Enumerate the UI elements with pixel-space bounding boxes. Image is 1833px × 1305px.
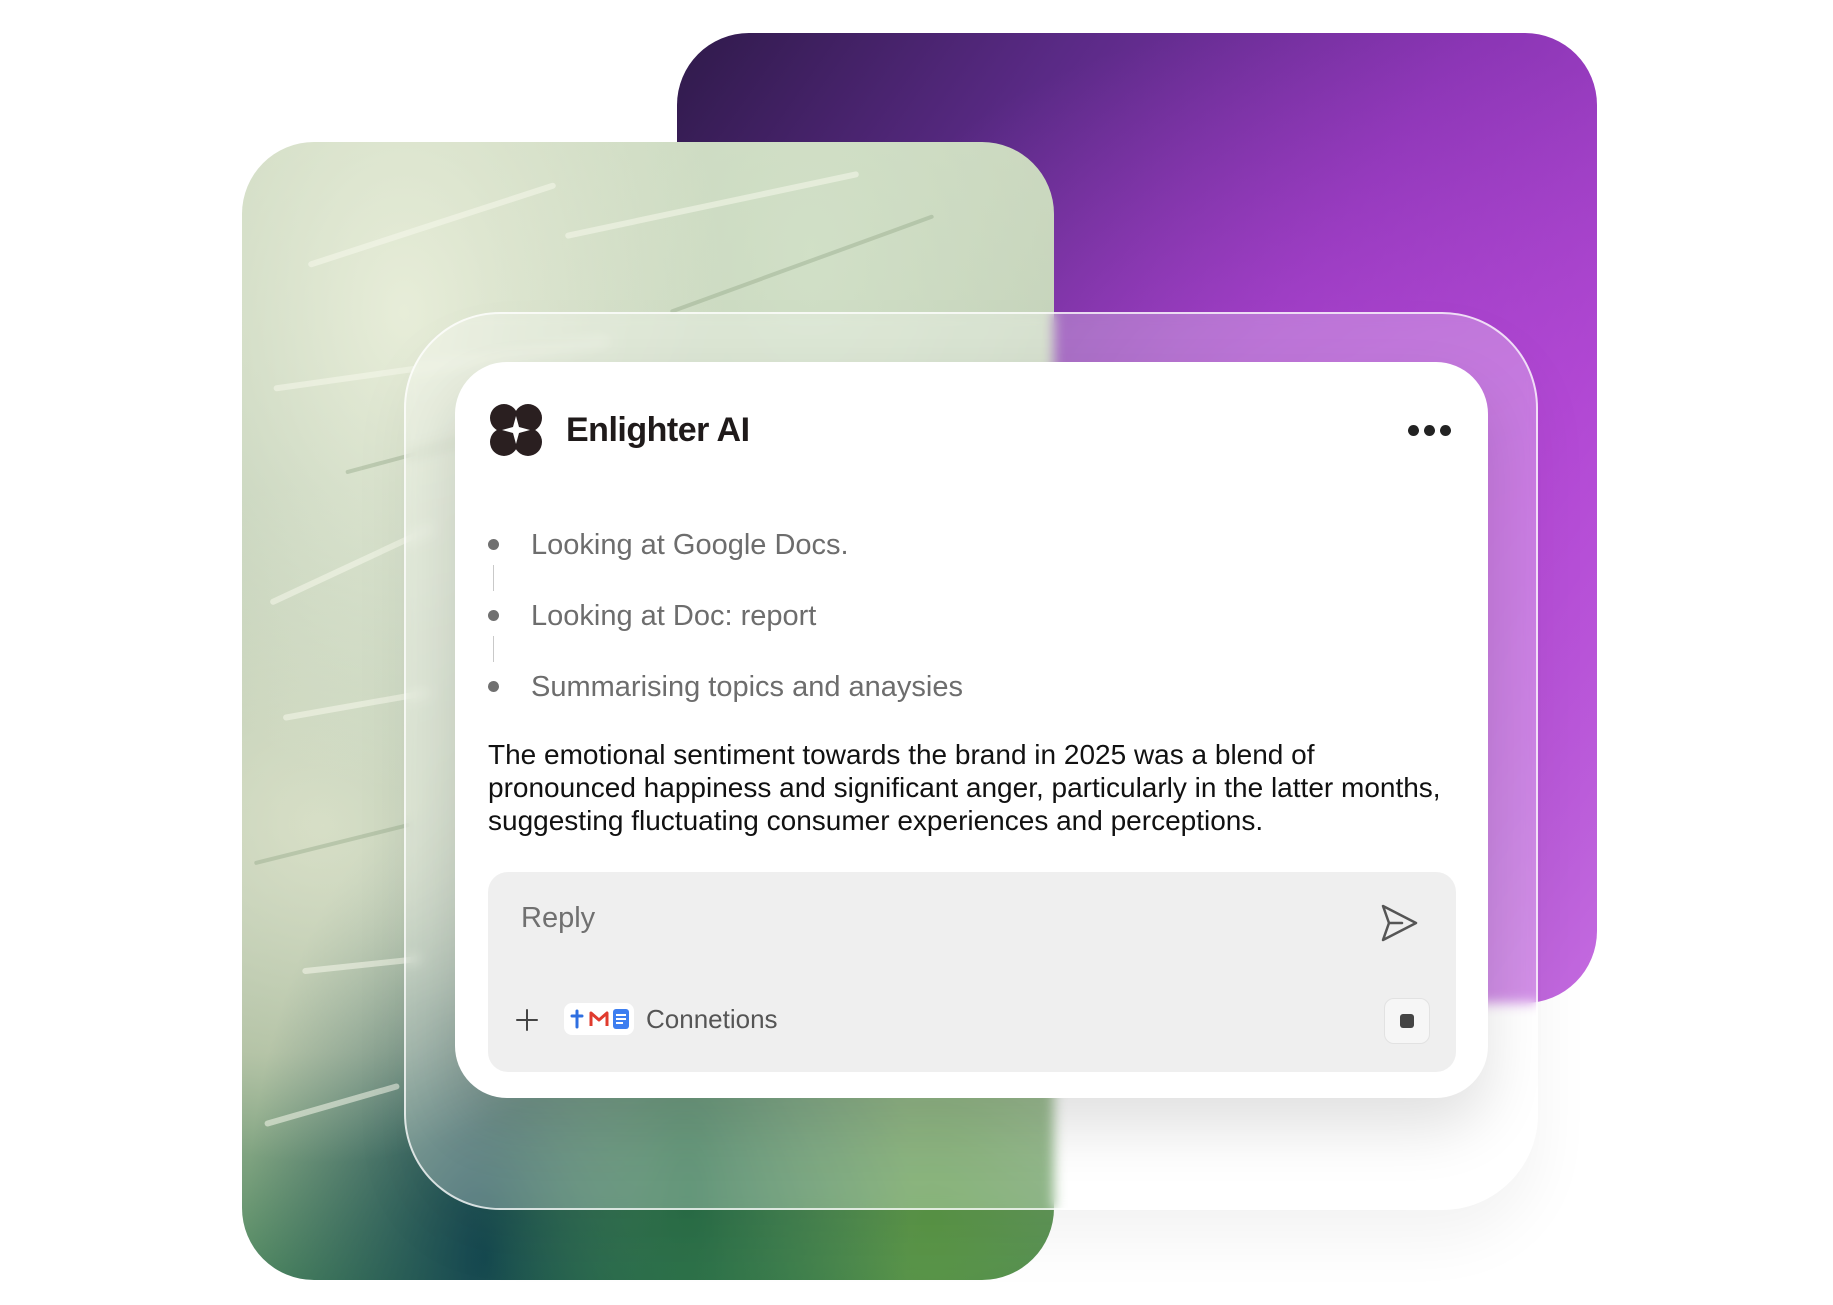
step-dot-icon: [488, 610, 499, 621]
stop-button[interactable]: [1384, 998, 1430, 1044]
jira-icon: [570, 1009, 584, 1029]
reply-composer[interactable]: Reply Connetions: [488, 872, 1456, 1072]
stage: Enlighter AI Looking at Google Docs. Loo…: [0, 0, 1833, 1305]
google-docs-icon: [613, 1009, 629, 1029]
step-label: Looking at Google Docs.: [531, 529, 849, 561]
step-connector: [493, 565, 494, 591]
response-summary: The emotional sentiment towards the bran…: [488, 739, 1441, 836]
more-horizontal-icon[interactable]: [1404, 419, 1455, 442]
plus-icon[interactable]: [514, 1007, 540, 1033]
chat-panel: Enlighter AI Looking at Google Docs. Loo…: [455, 362, 1488, 1098]
app-title: Enlighter AI: [566, 410, 750, 449]
step-item: Looking at Doc: report: [488, 598, 1388, 669]
step-dot-icon: [488, 539, 499, 550]
progress-steps: Looking at Google Docs. Looking at Doc: …: [488, 527, 1388, 740]
step-item: Looking at Google Docs.: [488, 527, 1388, 598]
gmail-icon: [589, 1011, 609, 1026]
connections-button[interactable]: Connetions: [646, 1003, 778, 1035]
reply-input[interactable]: Reply: [521, 902, 595, 935]
step-dot-icon: [488, 681, 499, 692]
send-icon[interactable]: [1376, 900, 1422, 946]
step-item: Summarising topics and anaysies: [488, 669, 1388, 740]
logo-icon: [490, 404, 542, 456]
stop-icon: [1400, 1014, 1414, 1028]
step-label: Summarising topics and anaysies: [531, 671, 963, 703]
connection-icons[interactable]: [564, 1003, 634, 1035]
step-label: Looking at Doc: report: [531, 600, 817, 632]
panel-header: Enlighter AI: [488, 402, 1455, 458]
step-connector: [493, 636, 494, 662]
